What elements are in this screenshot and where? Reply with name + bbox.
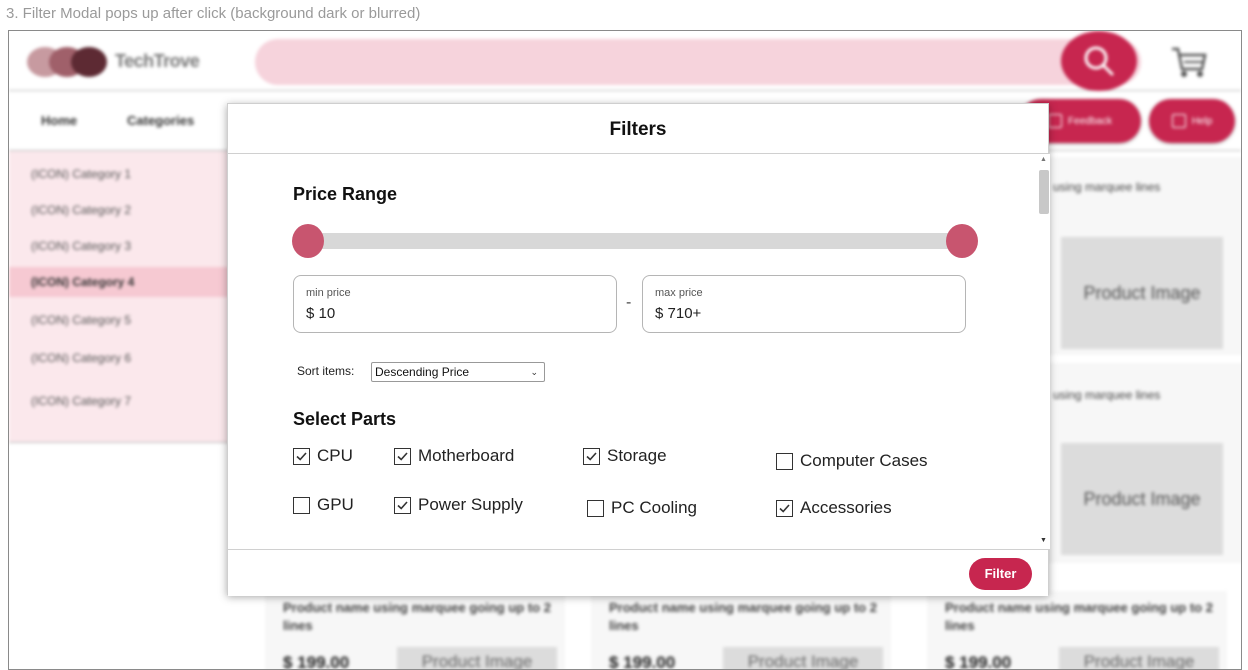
modal-footer: Filter — [228, 549, 1048, 596]
nav-categories-link[interactable]: Categories — [127, 113, 194, 128]
product-image: Product Image — [1059, 647, 1219, 669]
category-sidebar: (ICON) Category 1 (ICON) Category 2 (ICO… — [9, 151, 229, 443]
chevron-down-icon: ⌄ — [530, 367, 538, 377]
product-name: using marquee lines — [1053, 180, 1161, 194]
price-separator: - — [626, 294, 632, 311]
search-icon — [1084, 46, 1114, 76]
filter-button[interactable]: Filter — [969, 558, 1032, 590]
scroll-down-arrow-icon[interactable]: ▼ — [1040, 537, 1047, 544]
modal-body: Price Range min price $ 10 - max price $… — [228, 154, 1036, 549]
part-label: Power Supply — [418, 495, 523, 514]
checkbox-icon — [394, 447, 411, 465]
checkbox-icon — [293, 447, 310, 465]
cart-icon[interactable] — [1169, 45, 1209, 79]
min-price-label: min price — [306, 287, 351, 299]
price-slider-min-handle[interactable] — [292, 224, 324, 258]
sidebar-item-category-3[interactable]: (ICON) Category 3 — [9, 231, 229, 261]
price-range-title: Price Range — [293, 184, 398, 204]
max-price-value: $ 710+ — [655, 305, 702, 322]
part-checkbox-cpu[interactable]: CPU — [293, 446, 353, 466]
price-slider-track[interactable] — [308, 233, 962, 249]
checkbox-icon — [583, 447, 600, 465]
checkbox-icon — [394, 496, 411, 514]
max-price-field[interactable]: max price $ 710+ — [642, 275, 966, 333]
product-card[interactable]: using marquee lines Product Image — [1045, 363, 1241, 563]
product-name: Product name using marquee going up to 2… — [945, 600, 1213, 633]
search-input[interactable] — [255, 39, 1141, 85]
part-checkbox-computer-cases[interactable]: Computer Cases — [776, 451, 928, 471]
modal-scrollbar[interactable]: ▲ ▼ — [1036, 154, 1050, 549]
product-price: $ 199.00 — [945, 653, 1012, 670]
product-card[interactable]: using marquee lines Product Image — [1045, 157, 1241, 355]
sidebar-item-category-5[interactable]: (ICON) Category 5 — [9, 305, 229, 335]
modal-title: Filters — [228, 104, 1048, 154]
sidebar-item-category-6[interactable]: (ICON) Category 6 — [9, 343, 229, 373]
part-label: Motherboard — [418, 446, 515, 465]
sidebar-item-category-4[interactable]: (ICON) Category 4 — [9, 267, 229, 297]
product-price: $ 199.00 — [609, 653, 676, 670]
part-label: PC Cooling — [611, 498, 697, 517]
help-label: Help — [1191, 115, 1213, 127]
nav-home-link[interactable]: Home — [41, 113, 77, 128]
price-slider-max-handle[interactable] — [946, 224, 978, 258]
product-image: Product Image — [1061, 443, 1223, 555]
scroll-up-arrow-icon[interactable]: ▲ — [1040, 156, 1047, 163]
part-checkbox-accessories[interactable]: Accessories — [776, 498, 892, 518]
sidebar-item-category-7[interactable]: (ICON) Category 7 — [9, 386, 229, 416]
product-name: Product name using marquee going up to 2… — [283, 600, 551, 633]
feedback-label: Feedback — [1068, 115, 1112, 127]
logo-mark — [27, 47, 109, 77]
site-header: TechTrove — [9, 31, 1241, 91]
search-button[interactable] — [1061, 31, 1137, 91]
product-price: $ 199.00 — [283, 653, 350, 670]
sort-label: Sort items: — [297, 364, 355, 378]
scrollbar-thumb[interactable] — [1039, 170, 1049, 214]
checkbox-icon — [293, 496, 310, 514]
part-label: Storage — [607, 446, 667, 465]
part-checkbox-pc-cooling[interactable]: PC Cooling — [587, 498, 697, 518]
logo-text: TechTrove — [115, 51, 200, 71]
part-checkbox-storage[interactable]: Storage — [583, 446, 667, 466]
product-image: Product Image — [723, 647, 883, 669]
min-price-field[interactable]: min price $ 10 — [293, 275, 617, 333]
sort-select-value: Descending Price — [375, 365, 470, 379]
part-label: Accessories — [800, 498, 892, 517]
part-label: GPU — [317, 495, 354, 514]
part-label: Computer Cases — [800, 451, 928, 470]
select-parts-title: Select Parts — [293, 409, 397, 429]
sort-select[interactable]: Descending Price ⌄ — [371, 362, 545, 382]
part-checkbox-motherboard[interactable]: Motherboard — [394, 446, 514, 466]
product-image: Product Image — [397, 647, 557, 669]
help-icon — [1171, 114, 1186, 128]
min-price-value: $ 10 — [306, 305, 336, 322]
max-price-label: max price — [655, 287, 703, 299]
sidebar-item-category-1[interactable]: (ICON) Category 1 — [9, 159, 229, 189]
product-name: Product name using marquee going up to 2… — [609, 600, 877, 633]
product-image: Product Image — [1061, 237, 1223, 349]
part-checkbox-gpu[interactable]: GPU — [293, 495, 354, 515]
help-button[interactable]: Help — [1149, 99, 1235, 143]
checkbox-icon — [776, 499, 793, 517]
app-frame: TechTrove Home Categories Feedback Help … — [8, 30, 1242, 670]
page-caption: 3. Filter Modal pops up after click (bac… — [6, 5, 421, 22]
sidebar-item-category-2[interactable]: (ICON) Category 2 — [9, 195, 229, 225]
product-card[interactable]: Product name using marquee going up to 2… — [927, 591, 1227, 670]
product-name: using marquee lines — [1053, 388, 1161, 402]
product-card[interactable]: Product name using marquee going up to 2… — [265, 591, 565, 670]
feedback-icon — [1048, 114, 1063, 128]
part-checkbox-power-supply[interactable]: Power Supply — [394, 495, 523, 515]
checkbox-icon — [587, 499, 604, 517]
product-card[interactable]: Product name using marquee going up to 2… — [591, 591, 891, 670]
part-label: CPU — [317, 446, 353, 465]
checkbox-icon — [776, 452, 793, 470]
filter-modal: Filters Price Range min price $ 10 - max… — [227, 103, 1050, 596]
